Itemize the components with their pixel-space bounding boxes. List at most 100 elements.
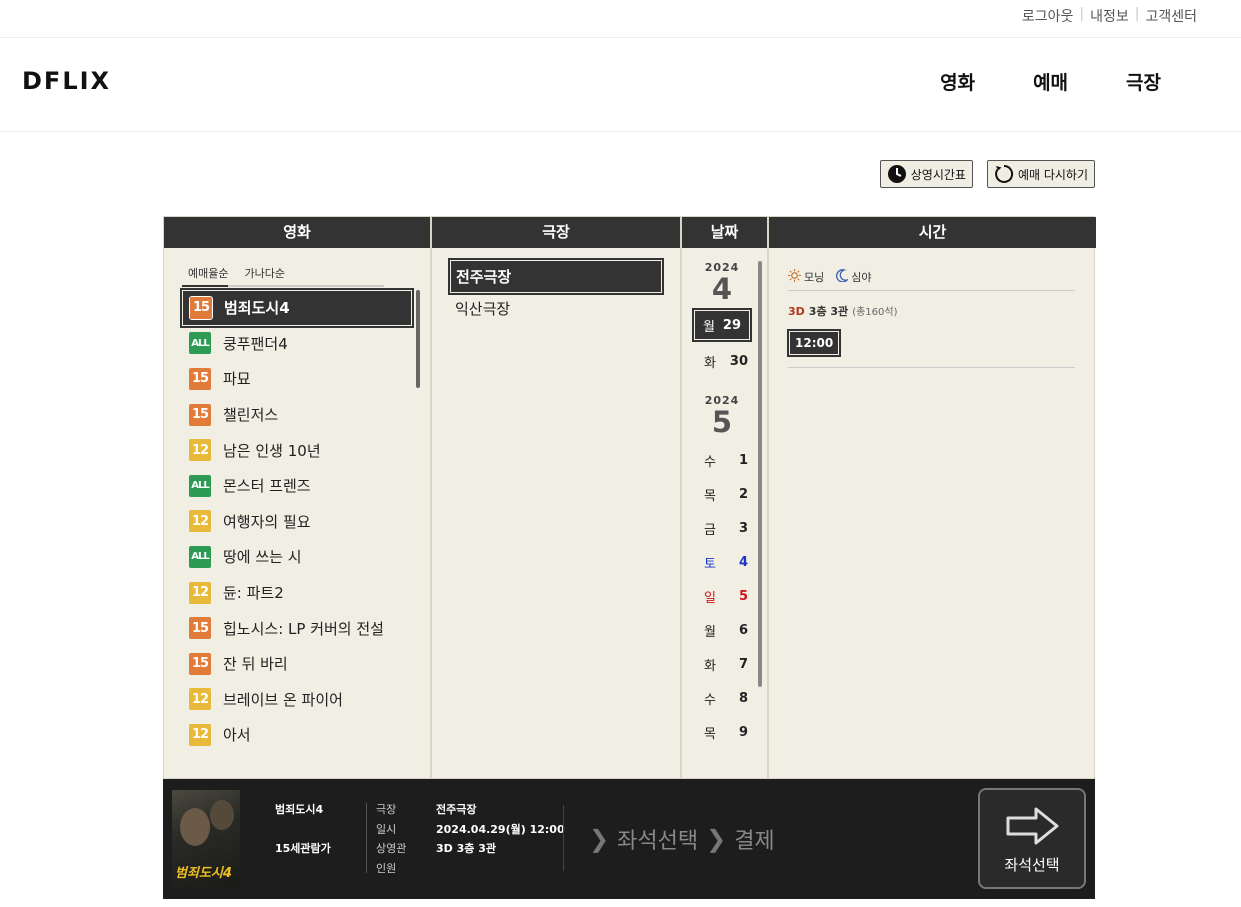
movie-title: 힙노시스: LP 커버의 전설 [223, 619, 384, 638]
movie-column: 영화 예매율순 가나다순 15 범죄도시4 ALL 쿵푸팬더4 15 파묘 15 챌린저스 12… [164, 217, 432, 778]
movie-item[interactable]: 15 챌린저스 [182, 397, 412, 433]
sort-tab-alphabetical[interactable]: 가나다순 [238, 265, 284, 281]
header: DFLIX 영화 예매 극장 [0, 38, 1241, 132]
movie-item[interactable]: 15 힙노시스: LP 커버의 전설 [182, 610, 412, 646]
rating-badge: ALL [189, 474, 211, 497]
movie-item[interactable]: 15 범죄도시4 [180, 288, 414, 328]
divider: | [1079, 6, 1085, 22]
movie-title: 아서 [223, 726, 251, 745]
day-number: 7 [738, 656, 748, 672]
movie-title: 범죄도시4 [224, 299, 290, 318]
rating-badge: 15 [189, 403, 211, 426]
day-of-week: 목 [704, 726, 716, 742]
movie-item[interactable]: 15 파묘 [182, 361, 412, 397]
showtime-button[interactable]: 12:00 [786, 329, 842, 357]
booking-steps: ❯ 좌석선택 ❯ 결제 [589, 823, 775, 855]
day-of-week: 화 [704, 658, 716, 674]
schedule-label: 상영시간표 [910, 167, 966, 182]
morning-legend: 모닝 [788, 269, 824, 285]
movie-title: 땅에 쓰는 시 [223, 548, 302, 567]
rating-badge: 15 [189, 295, 213, 320]
poster-figure [180, 808, 210, 846]
poster-figure [210, 800, 234, 830]
theater-item[interactable]: 전주극장 [448, 258, 664, 295]
rating-badge: 12 [189, 688, 211, 711]
theater-column: 극장 전주극장 익산극장 [432, 217, 682, 778]
movie-title: 브레이브 온 파이어 [223, 690, 343, 709]
date-item[interactable]: 목2 [682, 477, 762, 511]
logout-link[interactable]: 로그아웃 [1022, 6, 1074, 26]
date-list-scrollbar[interactable] [758, 261, 762, 687]
summary-info-row: 일시 2024.04.29(월) 12:00 [376, 821, 565, 841]
date-item[interactable]: 화 30 [682, 344, 762, 378]
seat-count: (총160석) [852, 307, 898, 318]
date-item[interactable]: 일5 [682, 579, 762, 613]
summary-info-value: 전주극장 [436, 803, 477, 816]
divider: | [1134, 6, 1140, 22]
step-seat: 좌석선택 [617, 829, 699, 854]
day-number: 29 [722, 317, 741, 333]
hall-info: 3D 3층 3관 (총160석) [788, 303, 897, 319]
rating-badge: 12 [189, 581, 211, 604]
date-item[interactable]: 토4 [682, 545, 762, 579]
reset-booking-button[interactable]: 예매 다시하기 [986, 160, 1095, 188]
movie-item[interactable]: 12 여행자의 필요 [182, 504, 412, 540]
sun-icon [788, 269, 801, 285]
day-number: 4 [738, 554, 748, 570]
summary-info-key: 인원 [376, 861, 397, 875]
main-nav: 영화 예매 극장 [940, 68, 1161, 95]
rating-badge: ALL [189, 545, 211, 568]
time-legend: 모닝 심야 [788, 269, 1075, 291]
day-of-week: 월 [704, 624, 716, 640]
summary-info-value: 3D 3층 3관 [436, 842, 496, 855]
logo[interactable]: DFLIX [22, 67, 111, 95]
movie-item[interactable]: ALL 몬스터 프렌즈 [182, 468, 412, 504]
theater-item[interactable]: 익산극장 [450, 293, 662, 326]
rating-badge: 15 [189, 617, 211, 640]
summary-movie-title: 범죄도시4 [275, 803, 324, 816]
theater-list: 전주극장 익산극장 [448, 258, 664, 326]
movie-item[interactable]: ALL 땅에 쓰는 시 [182, 539, 412, 575]
date-item[interactable]: 화7 [682, 647, 762, 681]
date-item[interactable]: 금3 [682, 511, 762, 545]
movie-item[interactable]: 12 아서 [182, 717, 412, 753]
day-of-week: 수 [704, 454, 716, 470]
movie-item[interactable]: 12 브레이브 온 파이어 [182, 682, 412, 718]
date-item[interactable]: 월 29 [692, 308, 752, 342]
nav-reserve[interactable]: 예매 [1033, 68, 1068, 95]
seat-select-button[interactable]: 좌석선택 [978, 788, 1086, 889]
nav-theater[interactable]: 극장 [1126, 68, 1161, 95]
movie-column-header: 영화 [164, 217, 430, 248]
refresh-icon [994, 164, 1014, 184]
schedule-button[interactable]: 상영시간표 [879, 160, 973, 188]
movie-title: 쿵푸팬더4 [223, 334, 288, 353]
moon-icon [836, 269, 850, 285]
movie-item[interactable]: 12 듄: 파트2 [182, 575, 412, 611]
myinfo-link[interactable]: 내정보 [1090, 6, 1129, 26]
rating-badge: 15 [189, 652, 211, 675]
day-number: 3 [738, 520, 748, 536]
movie-list-scrollbar[interactable] [416, 290, 420, 388]
date-item[interactable]: 목9 [682, 715, 762, 749]
date-item[interactable]: 월6 [682, 613, 762, 647]
movie-title: 몬스터 프렌즈 [223, 477, 311, 496]
hall-name: 3층 3관 [808, 305, 849, 318]
utility-bar: 로그아웃 | 내정보 | 고객센터 [0, 0, 1241, 38]
movie-item[interactable]: ALL 쿵푸팬더4 [182, 326, 412, 362]
divider [788, 367, 1075, 368]
movie-title: 듄: 파트2 [223, 584, 284, 603]
movie-item[interactable]: 12 남은 인생 10년 [182, 432, 412, 468]
nav-movie[interactable]: 영화 [940, 68, 975, 95]
date-item[interactable]: 수1 [682, 443, 762, 477]
divider [563, 805, 564, 871]
night-label: 심야 [851, 271, 872, 284]
sort-tab-popularity[interactable]: 예매율순 [182, 265, 229, 287]
rating-badge: ALL [189, 332, 211, 355]
rating-badge: 12 [189, 510, 211, 533]
date-item[interactable]: 수8 [682, 681, 762, 715]
support-link[interactable]: 고객센터 [1145, 6, 1197, 26]
night-legend: 심야 [836, 269, 872, 285]
movie-item[interactable]: 15 잔 뒤 바리 [182, 646, 412, 682]
booking-summary: 범죄도시4 범죄도시4 15세관람가 극장 전주극장 일시 2024.04.29(월)… [163, 779, 1095, 899]
day-of-week: 토 [704, 556, 716, 572]
